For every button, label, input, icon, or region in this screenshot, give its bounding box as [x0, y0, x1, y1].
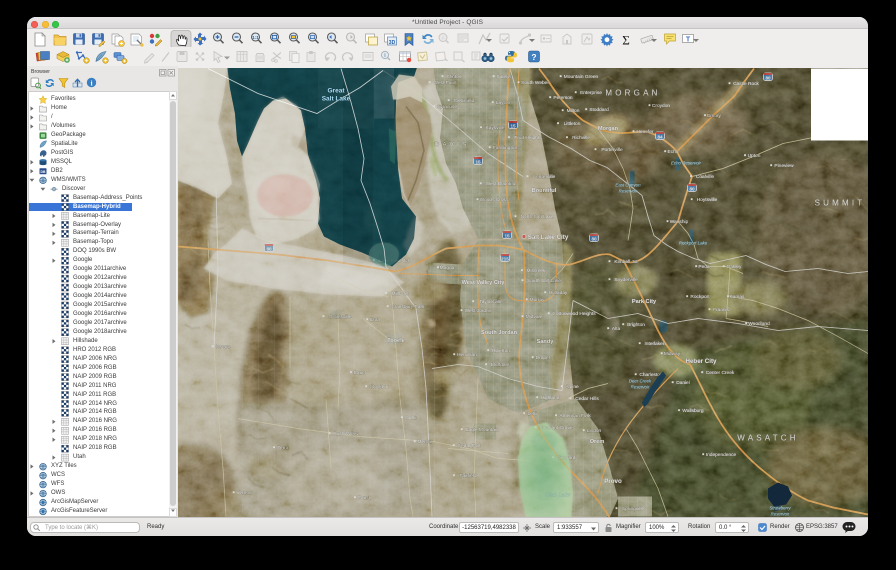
svg-text:T: T [686, 37, 691, 44]
svg-text:Great: Great [328, 88, 346, 95]
svg-text:i: i [442, 36, 443, 42]
svg-text:?: ? [531, 52, 536, 62]
svg-text:Σ: Σ [622, 33, 630, 48]
svg-text:1:1: 1:1 [252, 35, 259, 40]
svg-text:i: i [90, 78, 92, 87]
svg-text:3D: 3D [389, 40, 396, 46]
svg-text:Salt Lake: Salt Lake [322, 96, 351, 103]
